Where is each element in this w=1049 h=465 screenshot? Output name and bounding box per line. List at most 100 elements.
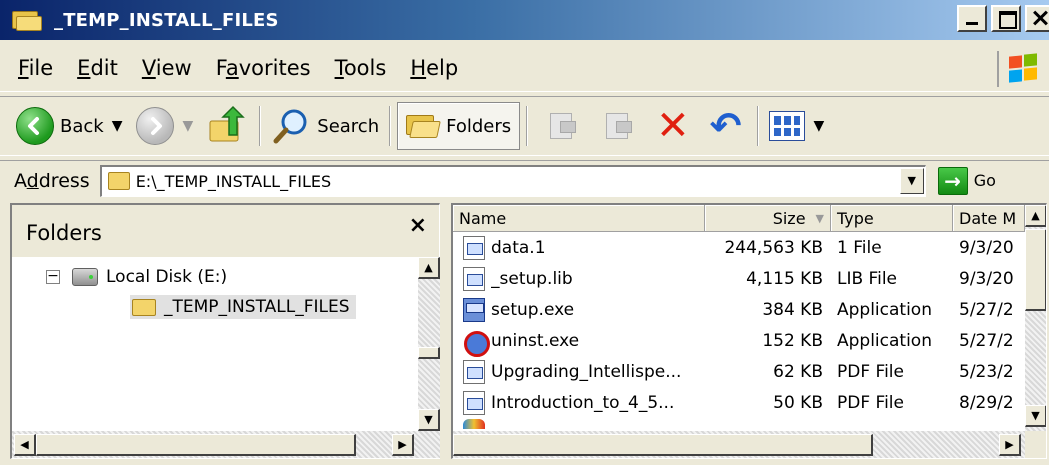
- file-date: 9/3/20: [959, 238, 1014, 258]
- toolbar-separator: [259, 106, 262, 146]
- file-list-pane: Name Size ▼ Type Date M data.1 244,563 KB 1…: [451, 203, 1047, 459]
- file-row[interactable]: uninst.exe 152 KB Application 5/27/2: [453, 326, 1025, 357]
- folder-icon: [132, 298, 156, 316]
- folders-button[interactable]: Folders: [397, 102, 521, 150]
- column-header-size[interactable]: Size ▼: [705, 205, 831, 232]
- file-name: _setup.lib: [491, 269, 573, 289]
- move-to-icon: [544, 109, 580, 143]
- folder-icon[interactable]: [10, 7, 44, 33]
- title-bar[interactable]: _TEMP_INSTALL_FILES: [0, 0, 1049, 40]
- chevron-down-icon: ▼: [813, 118, 825, 134]
- menu-tools[interactable]: Tools: [323, 56, 399, 80]
- tree-item-temp-install-files[interactable]: _TEMP_INSTALL_FILES: [130, 295, 356, 319]
- folders-pane-title: Folders: [26, 221, 102, 245]
- back-button[interactable]: Back ▼: [12, 103, 132, 149]
- forward-button[interactable]: ▼: [132, 103, 203, 149]
- hard-disk-icon: [72, 268, 98, 286]
- file-name: data.1: [491, 238, 546, 258]
- file-icon: [463, 391, 485, 415]
- file-type: PDF File: [837, 362, 904, 382]
- menu-help[interactable]: Help: [398, 56, 470, 80]
- file-row[interactable]: Upgrading_Intellispe... 62 KB PDF File 5/23…: [453, 357, 1025, 387]
- file-date: 5/27/2: [959, 300, 1014, 320]
- menu-view[interactable]: View: [130, 56, 204, 80]
- move-to-button[interactable]: [534, 103, 590, 149]
- folders-horizontal-scrollbar[interactable]: ◀ ▶: [12, 431, 440, 458]
- file-date: 9/3/20: [959, 269, 1014, 289]
- address-path: E:\_TEMP_INSTALL_FILES: [135, 171, 332, 191]
- address-input[interactable]: E:\_TEMP_INSTALL_FILES ▼: [99, 164, 926, 197]
- toolbar-separator: [389, 106, 392, 146]
- folder-icon: [107, 172, 130, 190]
- toolbar: Back ▼ ▼ Search Folders ✕ ↶ ▼: [0, 96, 1049, 156]
- file-date: 8/29/2: [959, 393, 1014, 413]
- toolbar-separator: [757, 106, 760, 146]
- column-header-date[interactable]: Date M: [953, 205, 1025, 232]
- address-dropdown-button[interactable]: ▼: [899, 167, 924, 194]
- column-header-type[interactable]: Type: [831, 205, 953, 232]
- file-icon: [463, 236, 485, 260]
- folders-pane: Folders × − Local Disk (E:) _TEMP_INSTAL…: [10, 203, 440, 459]
- uninstall-icon: [463, 329, 490, 357]
- scroll-down-button[interactable]: ▼: [1025, 405, 1046, 427]
- tree-item-local-disk[interactable]: − Local Disk (E:): [46, 267, 227, 287]
- file-row[interactable]: setup.exe 384 KB Application 5/27/2: [453, 295, 1025, 325]
- delete-icon: ✕: [656, 103, 690, 149]
- undo-icon: ↶: [709, 104, 742, 148]
- undo-button[interactable]: ↶: [700, 103, 752, 149]
- folders-icon: [406, 113, 441, 139]
- scroll-left-button[interactable]: ◀: [14, 434, 36, 456]
- menu-edit[interactable]: Edit: [65, 56, 130, 80]
- file-size: 50 KB: [773, 393, 823, 413]
- go-button[interactable]: → Go: [937, 166, 996, 195]
- windows-logo-icon: [997, 51, 1039, 87]
- chevron-down-icon: ▼: [111, 118, 123, 134]
- scroll-thumb[interactable]: [453, 434, 873, 456]
- go-arrow-icon: →: [937, 166, 968, 195]
- forward-arrow-icon: [136, 107, 175, 145]
- scroll-right-button[interactable]: ▶: [392, 434, 414, 456]
- file-row[interactable]: Introduction_to_4_5... 50 KB PDF File 8/29/…: [453, 388, 1025, 418]
- menu-file[interactable]: File: [6, 56, 65, 80]
- file-icon: [463, 267, 485, 291]
- file-type: LIB File: [837, 269, 897, 289]
- application-icon: [463, 298, 485, 322]
- minimize-button[interactable]: [957, 5, 987, 32]
- sort-down-icon: ▼: [815, 211, 824, 225]
- up-folder-button[interactable]: [203, 103, 253, 149]
- close-folders-pane-button[interactable]: ×: [409, 213, 427, 238]
- files-vertical-scrollbar[interactable]: ▲ ▼: [1025, 205, 1046, 431]
- file-icon: [463, 360, 485, 384]
- scroll-thumb[interactable]: [418, 347, 440, 359]
- file-name: Upgrading_Intellispe...: [491, 362, 682, 382]
- delete-button[interactable]: ✕: [646, 103, 700, 149]
- maximize-button[interactable]: [991, 5, 1021, 32]
- close-button[interactable]: [1025, 5, 1049, 32]
- copy-to-button[interactable]: [590, 103, 646, 149]
- column-header-name[interactable]: Name: [453, 205, 705, 232]
- folder-tree: − Local Disk (E:) _TEMP_INSTALL_FILES: [12, 257, 418, 429]
- address-bar: Address E:\_TEMP_INSTALL_FILES ▼ → Go: [0, 160, 1049, 200]
- scroll-up-button[interactable]: ▲: [1025, 205, 1046, 227]
- scroll-thumb[interactable]: [1025, 229, 1046, 311]
- partial-file-icon: [463, 419, 485, 429]
- back-arrow-icon: [16, 107, 54, 145]
- files-horizontal-scrollbar[interactable]: ▶: [453, 431, 1025, 458]
- address-label: Address: [14, 169, 90, 192]
- folders-vertical-scrollbar[interactable]: ▲ ▼: [418, 257, 440, 431]
- file-row[interactable]: data.1 244,563 KB 1 File 9/3/20: [453, 233, 1025, 263]
- file-type: Application: [837, 331, 932, 351]
- scroll-up-button[interactable]: ▲: [418, 257, 440, 279]
- file-row[interactable]: _setup.lib 4,115 KB LIB File 9/3/20: [453, 264, 1025, 294]
- scroll-thumb[interactable]: [36, 434, 356, 456]
- collapse-icon[interactable]: −: [46, 269, 60, 284]
- file-date: 5/27/2: [959, 331, 1014, 351]
- scroll-down-button[interactable]: ▼: [418, 409, 440, 431]
- search-icon: [273, 109, 307, 144]
- size-grip[interactable]: [1025, 431, 1046, 458]
- file-size: 384 KB: [762, 300, 823, 320]
- scroll-right-button[interactable]: ▶: [999, 434, 1021, 456]
- menu-favorites[interactable]: Favorites: [204, 56, 323, 80]
- search-button[interactable]: Search: [267, 103, 383, 149]
- views-button[interactable]: ▼: [765, 103, 834, 149]
